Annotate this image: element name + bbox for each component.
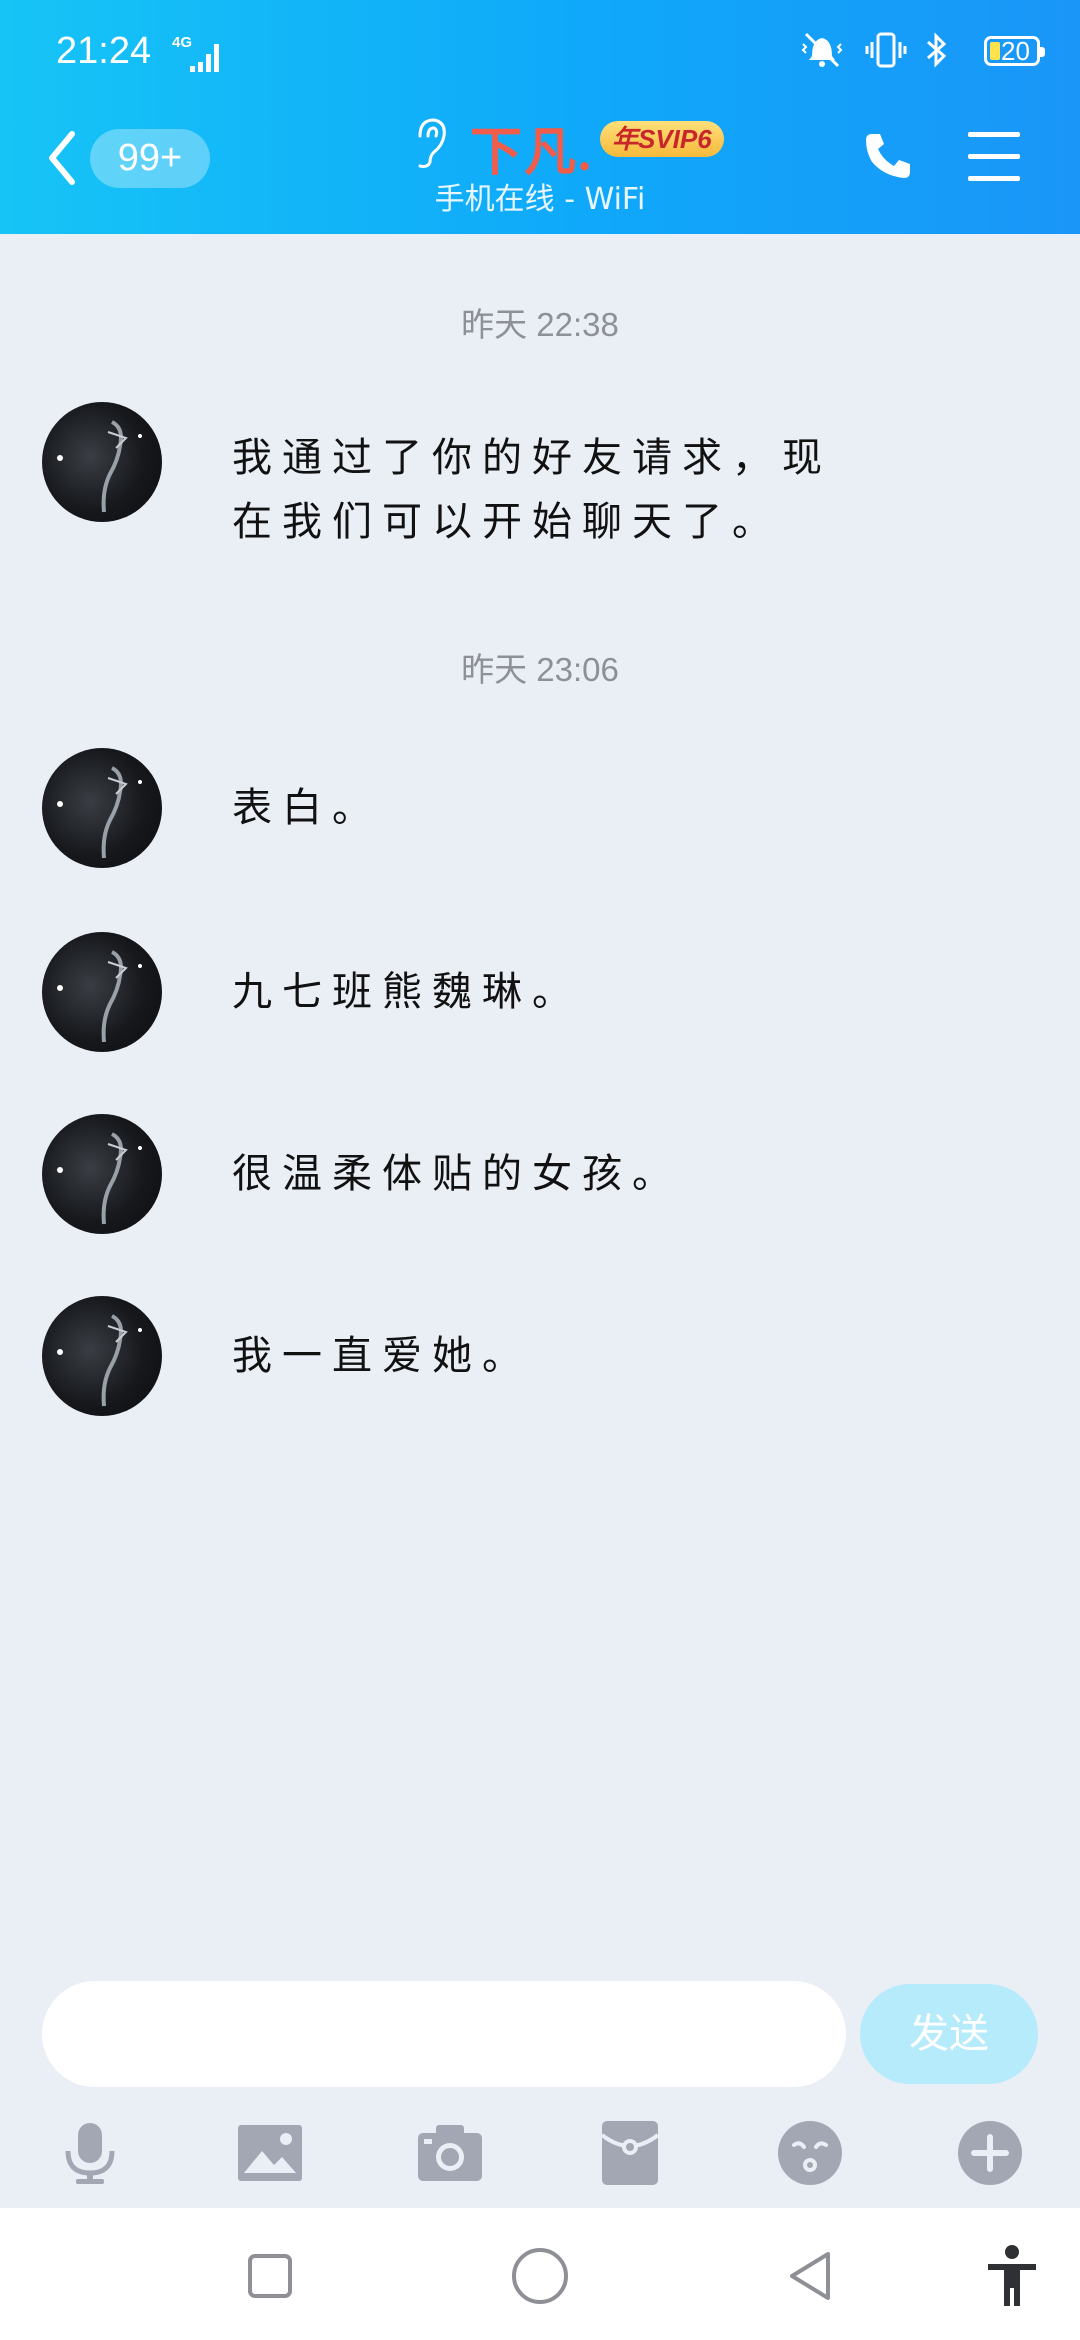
message-bubble[interactable]: 表白。 bbox=[232, 776, 382, 840]
svip-badge: 年SVIP6 bbox=[600, 121, 724, 157]
image-icon[interactable] bbox=[234, 2117, 306, 2189]
back-triangle-icon[interactable] bbox=[784, 2248, 836, 2304]
message-line: 我通过了你的好友请求，现 bbox=[232, 435, 832, 481]
mute-vibrate-icon bbox=[801, 32, 843, 68]
ear-icon[interactable] bbox=[410, 116, 450, 170]
status-time: 21:24 bbox=[56, 30, 152, 72]
battery-icon: 20 bbox=[984, 36, 1045, 66]
timestamp: 昨天 22:38 bbox=[461, 306, 619, 343]
status-bar: 21:24 4G 20 bbox=[0, 0, 1080, 105]
message-line: 在我们可以开始聊天了。 bbox=[232, 499, 782, 545]
message-row: 我一直爱她。 bbox=[0, 1296, 1080, 1416]
timestamp: 昨天 23:06 bbox=[461, 651, 619, 688]
avatar[interactable] bbox=[42, 932, 162, 1052]
avatar[interactable] bbox=[42, 1296, 162, 1416]
avatar[interactable] bbox=[42, 1114, 162, 1234]
avatar[interactable] bbox=[42, 748, 162, 868]
message-bubble[interactable]: 我通过了你的好友请求，现 在我们可以开始聊天了。 bbox=[232, 426, 832, 554]
avatar[interactable] bbox=[42, 402, 162, 522]
system-nav-bar bbox=[0, 2208, 1080, 2340]
input-bar: 发送 bbox=[0, 1972, 1080, 2212]
phone-call-icon[interactable] bbox=[860, 128, 916, 184]
menu-icon[interactable] bbox=[968, 132, 1024, 182]
recents-square-icon[interactable] bbox=[246, 2252, 294, 2300]
send-button[interactable]: 发送 bbox=[860, 1984, 1038, 2084]
message-row: 我通过了你的好友请求，现 在我们可以开始聊天了。 bbox=[0, 402, 1080, 562]
emoji-icon[interactable] bbox=[774, 2117, 846, 2189]
red-packet-icon[interactable] bbox=[594, 2117, 666, 2189]
accessibility-icon[interactable] bbox=[984, 2244, 1040, 2308]
vibrate-icon bbox=[865, 32, 907, 68]
signal-icon: 4G bbox=[172, 34, 224, 72]
plus-icon[interactable] bbox=[954, 2117, 1026, 2189]
online-status: 手机在线 - WiFi bbox=[434, 182, 646, 217]
camera-icon[interactable] bbox=[414, 2117, 486, 2189]
message-bubble[interactable]: 很温柔体贴的女孩。 bbox=[232, 1142, 682, 1206]
message-row: 表白。 bbox=[0, 748, 1080, 868]
chat-toolbar bbox=[0, 2117, 1080, 2197]
bluetooth-icon bbox=[927, 32, 947, 68]
status-icons: 20 bbox=[800, 30, 1045, 76]
message-row: 九七班熊魏琳。 bbox=[0, 932, 1080, 1052]
message-row: 很温柔体贴的女孩。 bbox=[0, 1114, 1080, 1234]
home-circle-icon[interactable] bbox=[510, 2246, 570, 2306]
message-bubble[interactable]: 九七班熊魏琳。 bbox=[232, 960, 582, 1024]
battery-level: 20 bbox=[1001, 36, 1030, 66]
chat-header: 21:24 4G 20 99+ 下凡. 年SVIP6 手机在线 - WiFi bbox=[0, 0, 1080, 234]
microphone-icon[interactable] bbox=[54, 2117, 126, 2189]
message-bubble[interactable]: 我一直爱她。 bbox=[232, 1324, 532, 1388]
message-input[interactable] bbox=[42, 1981, 846, 2087]
